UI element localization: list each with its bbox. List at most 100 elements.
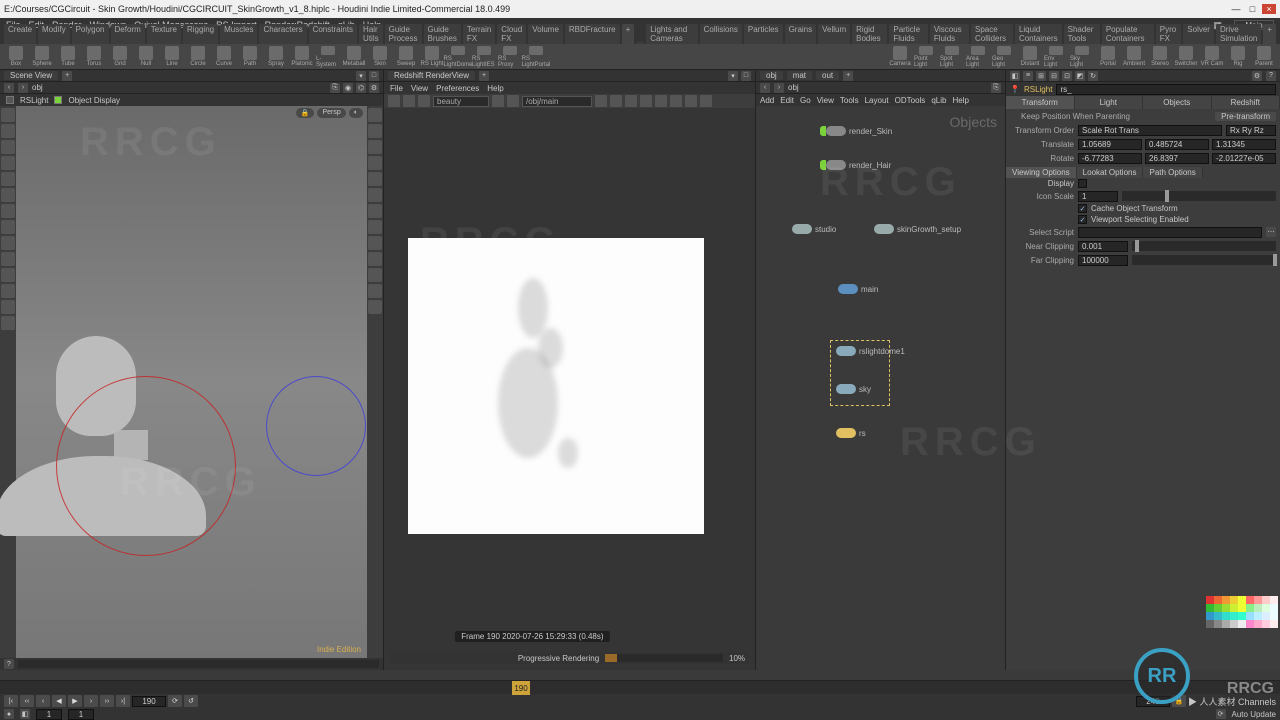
palette-swatch[interactable] xyxy=(1230,596,1238,604)
timeline-cursor[interactable]: 190 xyxy=(512,681,530,695)
prev-frame-icon[interactable]: ‹ xyxy=(36,695,50,707)
palette-swatch[interactable] xyxy=(1254,596,1262,604)
shelf-tool[interactable]: Spray xyxy=(264,46,288,68)
tab-light[interactable]: Light xyxy=(1075,96,1144,109)
shelf-tab[interactable]: + xyxy=(622,24,635,44)
gear-icon[interactable]: ⚙ xyxy=(1252,71,1262,81)
rotate-tool-icon[interactable] xyxy=(1,140,15,154)
viewport-slider[interactable] xyxy=(18,660,379,668)
node-studio[interactable]: studio xyxy=(792,224,836,234)
node-rslightdome1[interactable]: rslightdome1 xyxy=(836,346,905,356)
disp-opt-icon[interactable] xyxy=(368,108,382,122)
shelf-tool[interactable]: Distant xyxy=(1018,46,1042,68)
fwd-icon[interactable]: › xyxy=(18,83,28,93)
rv-opt7-icon[interactable] xyxy=(685,95,697,107)
rv-opt6-icon[interactable] xyxy=(670,95,682,107)
display-check-icon[interactable] xyxy=(6,96,14,104)
palette-swatch[interactable] xyxy=(1262,604,1270,612)
net-menu-go[interactable]: Go xyxy=(800,96,811,105)
palette-swatch[interactable] xyxy=(1206,596,1214,604)
snapshot-icon[interactable]: ◉ xyxy=(343,83,353,93)
net-menu-tools[interactable]: Tools xyxy=(840,96,859,105)
shelf-tool[interactable]: RS Proxy xyxy=(498,46,522,68)
node-render-hair[interactable]: render_Hair xyxy=(826,160,891,170)
palette-swatch[interactable] xyxy=(1206,604,1214,612)
maximize-icon[interactable]: □ xyxy=(1245,4,1259,14)
subtab-path[interactable]: Path Options xyxy=(1143,167,1202,178)
shelf-tool[interactable]: Circle xyxy=(186,46,210,68)
shelf-tool[interactable]: Camera xyxy=(888,46,912,68)
add-pane-icon[interactable]: + xyxy=(62,71,72,81)
render-view-tab[interactable]: Redshift RenderView xyxy=(388,71,475,80)
help2-icon[interactable]: ? xyxy=(1266,71,1276,81)
play-back-icon[interactable]: ◀ xyxy=(52,695,66,707)
render-region-icon[interactable] xyxy=(1,284,15,298)
net-menu-view[interactable]: View xyxy=(817,96,834,105)
palette-swatch[interactable] xyxy=(1230,612,1238,620)
shelf-tab[interactable]: Pyro FX xyxy=(1156,24,1182,44)
brush-tool-icon[interactable] xyxy=(1,188,15,202)
palette-swatch[interactable] xyxy=(1214,596,1222,604)
palette-swatch[interactable] xyxy=(1246,612,1254,620)
prev-key-icon[interactable]: ‹‹ xyxy=(20,695,34,707)
network-tab-obj[interactable]: obj xyxy=(760,71,783,80)
range-end2-input[interactable] xyxy=(68,709,94,720)
3d-viewport[interactable]: 🔒 Persp ◐ Indie Edition xyxy=(16,106,367,658)
palette-swatch[interactable] xyxy=(1206,620,1214,628)
color-palette[interactable] xyxy=(1206,596,1278,640)
node-name-input[interactable] xyxy=(1056,84,1276,95)
shelf-tool[interactable]: Path xyxy=(238,46,262,68)
close-icon[interactable]: × xyxy=(1262,4,1276,14)
shelf-tool[interactable]: Curve xyxy=(212,46,236,68)
last-frame-icon[interactable]: ›| xyxy=(116,695,130,707)
shelf-tab[interactable]: Liquid Containers xyxy=(1015,24,1062,44)
shelf-tab[interactable]: Polygon xyxy=(72,24,109,44)
shelf-tool[interactable]: Area Light xyxy=(966,46,990,68)
wireframe-icon[interactable] xyxy=(368,140,382,154)
shelf-tool[interactable]: Sweep xyxy=(394,46,418,68)
tx-input[interactable] xyxy=(1078,139,1142,150)
palette-swatch[interactable] xyxy=(1222,604,1230,612)
palette-swatch[interactable] xyxy=(1214,620,1222,628)
snap-curve-icon[interactable] xyxy=(1,220,15,234)
palette-swatch[interactable] xyxy=(1238,612,1246,620)
current-frame-input[interactable] xyxy=(132,696,166,707)
shelf-tab[interactable]: Rigging xyxy=(183,24,218,44)
realtime-icon[interactable]: ⟳ xyxy=(168,695,182,707)
subtab-lookat[interactable]: Lookat Options xyxy=(1077,167,1144,178)
play-fwd-icon[interactable]: ▶ xyxy=(68,695,82,707)
shelf-tab[interactable]: Create xyxy=(4,24,36,44)
net-menu-layout[interactable]: Layout xyxy=(865,96,889,105)
next-key-icon[interactable]: ›› xyxy=(100,695,114,707)
palette-swatch[interactable] xyxy=(1270,612,1278,620)
select-script-input[interactable] xyxy=(1078,227,1262,238)
shelf-tool[interactable]: Sky Light xyxy=(1070,46,1094,68)
vp-select-checkbox[interactable]: ✓ xyxy=(1078,215,1087,224)
palette-swatch[interactable] xyxy=(1222,620,1230,628)
maximize-pane-icon[interactable]: □ xyxy=(369,71,379,81)
ty-input[interactable] xyxy=(1145,139,1209,150)
update-mode-icon[interactable]: ⟳ xyxy=(1216,709,1226,719)
node-sky[interactable]: sky xyxy=(836,384,871,394)
shading-mode-icon[interactable]: ◐ xyxy=(349,108,363,118)
shelf-tool[interactable]: RS LightIES xyxy=(472,46,496,68)
tab-objects[interactable]: Objects xyxy=(1143,96,1212,109)
timeline[interactable]: 190 xyxy=(0,680,1280,694)
shelf-tab[interactable]: Muscles xyxy=(220,24,257,44)
display-checkbox[interactable] xyxy=(1078,179,1087,188)
shelf-tab[interactable]: Deform xyxy=(111,24,145,44)
display-check2-icon[interactable] xyxy=(54,96,62,104)
shelf-tab[interactable]: Rigid Bodies xyxy=(852,24,887,44)
scope-icon[interactable]: ◧ xyxy=(20,709,30,719)
palette-swatch[interactable] xyxy=(1262,612,1270,620)
back-icon[interactable]: ‹ xyxy=(4,83,14,93)
tab-redshift[interactable]: Redshift xyxy=(1212,96,1280,109)
shelf-tool[interactable]: Point Light xyxy=(914,46,938,68)
persp-dropdown[interactable]: Persp xyxy=(317,108,345,118)
palette-swatch[interactable] xyxy=(1270,620,1278,628)
shelf-tool[interactable]: RS LightPortal xyxy=(524,46,548,68)
snap-multi-icon[interactable] xyxy=(1,252,15,266)
near-clip-slider[interactable] xyxy=(1132,241,1276,251)
render-stop-icon[interactable] xyxy=(403,95,415,107)
network-path[interactable]: obj xyxy=(788,83,799,92)
